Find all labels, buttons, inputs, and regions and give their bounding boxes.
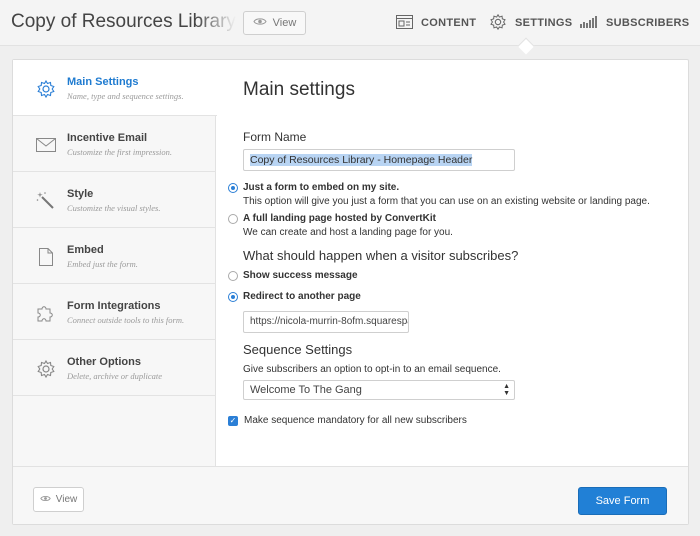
eye-icon bbox=[253, 17, 267, 29]
sidebar-item-main-settings[interactable]: Main Settings Name, type and sequence se… bbox=[13, 60, 217, 116]
sidebar-item-description: Customize the first impression. bbox=[67, 147, 172, 157]
magic-wand-icon bbox=[35, 190, 57, 212]
select-arrows-icon: ▲ ▼ bbox=[503, 383, 510, 397]
gear-icon bbox=[489, 13, 507, 34]
sidebar-item-description: Embed just the form. bbox=[67, 259, 138, 269]
sidebar-item-label: Form Integrations bbox=[67, 300, 161, 312]
radio-button[interactable] bbox=[228, 271, 238, 281]
radio-button[interactable] bbox=[228, 183, 238, 193]
gear-icon bbox=[35, 358, 57, 380]
tab-subscribers-label: SUBSCRIBERS bbox=[606, 17, 690, 29]
form-type-embed-option[interactable]: Just a form to embed on my site. This op… bbox=[228, 182, 650, 207]
checkbox[interactable]: ✓ bbox=[228, 415, 238, 426]
envelope-icon bbox=[35, 134, 57, 156]
eye-icon bbox=[40, 494, 51, 505]
tab-subscribers[interactable]: SUBSCRIBERS bbox=[580, 0, 689, 46]
layout-icon bbox=[396, 14, 413, 32]
tab-settings[interactable]: SETTINGS bbox=[489, 0, 572, 46]
page-title: Main settings bbox=[243, 79, 355, 100]
gear-icon bbox=[35, 78, 57, 100]
form-name-value: Copy of Resources Library - Homepage Hea… bbox=[250, 154, 473, 166]
sequence-mandatory-checkbox-row[interactable]: ✓ Make sequence mandatory for all new su… bbox=[228, 415, 467, 426]
main-settings-form: Main settings Form Name Copy of Resource… bbox=[228, 60, 683, 466]
sidebar-item-embed[interactable]: Embed Embed just the form. bbox=[13, 228, 216, 284]
option-description: This option will give you just a form th… bbox=[243, 196, 650, 207]
view-button-label: View bbox=[55, 494, 78, 505]
settings-sidebar: Main Settings Name, type and sequence se… bbox=[13, 60, 217, 466]
sidebar-item-description: Delete, archive or duplicate bbox=[67, 371, 163, 381]
form-name-label: Form Name bbox=[243, 130, 307, 144]
bar-chart-icon bbox=[580, 15, 598, 31]
tab-settings-label: SETTINGS bbox=[515, 17, 573, 29]
save-form-button[interactable]: Save Form bbox=[578, 487, 667, 515]
form-name-input[interactable]: Copy of Resources Library - Homepage Hea… bbox=[243, 149, 515, 171]
option-description: We can create and host a landing page fo… bbox=[243, 227, 453, 238]
sidebar-item-description: Customize the visual styles. bbox=[67, 203, 161, 213]
panel-footer: View Save Form bbox=[13, 466, 688, 524]
sidebar-item-form-integrations[interactable]: Form Integrations Connect outside tools … bbox=[13, 284, 216, 340]
redirect-url-input[interactable]: https://nicola-murrin-8ofm.squarespace.c… bbox=[243, 311, 409, 333]
sidebar-item-incentive-email[interactable]: Incentive Email Customize the first impr… bbox=[13, 116, 216, 172]
form-title: Copy of Resources Library - Homepage Hea… bbox=[11, 11, 236, 33]
view-button[interactable]: View bbox=[243, 11, 306, 35]
sidebar-item-description: Connect outside tools to this form. bbox=[67, 315, 185, 325]
sidebar-item-label: Other Options bbox=[67, 356, 141, 368]
view-button[interactable]: View bbox=[33, 487, 84, 512]
option-title: A full landing page hosted by ConvertKit bbox=[243, 213, 436, 224]
tab-content[interactable]: CONTENT bbox=[396, 0, 476, 46]
after-subscribe-question: What should happen when a visitor subscr… bbox=[243, 248, 519, 263]
option-title: Show success message bbox=[243, 270, 358, 281]
option-title: Just a form to embed on my site. bbox=[243, 182, 400, 193]
settings-panel: Main Settings Name, type and sequence se… bbox=[12, 59, 689, 525]
top-bar: Copy of Resources Library - Homepage Hea… bbox=[0, 0, 700, 46]
option-title: Redirect to another page bbox=[243, 291, 361, 302]
sidebar-item-description: Name, type and sequence settings. bbox=[67, 91, 184, 101]
sidebar-item-label: Style bbox=[67, 188, 94, 200]
sidebar-item-other-options[interactable]: Other Options Delete, archive or duplica… bbox=[13, 340, 216, 396]
puzzle-icon bbox=[35, 302, 57, 324]
form-type-landing-page-option[interactable]: A full landing page hosted by ConvertKit… bbox=[228, 213, 453, 238]
document-icon bbox=[35, 246, 57, 268]
sequence-description: Give subscribers an option to opt-in to … bbox=[243, 364, 501, 375]
show-success-message-option[interactable]: Show success message bbox=[228, 270, 358, 281]
tab-content-label: CONTENT bbox=[421, 17, 477, 29]
sequence-settings-title: Sequence Settings bbox=[243, 342, 353, 357]
sidebar-item-label: Incentive Email bbox=[67, 132, 148, 144]
sequence-select[interactable]: Welcome To The Gang ▲ ▼ bbox=[243, 380, 515, 400]
sidebar-item-label: Embed bbox=[67, 244, 104, 256]
redirect-option[interactable]: Redirect to another page bbox=[228, 291, 361, 302]
checkbox-label: Make sequence mandatory for all new subs… bbox=[244, 415, 467, 426]
sidebar-item-style[interactable]: Style Customize the visual styles. bbox=[13, 172, 216, 228]
radio-button[interactable] bbox=[228, 214, 238, 224]
view-button-label: View bbox=[272, 17, 297, 29]
radio-button[interactable] bbox=[228, 292, 238, 302]
sidebar-item-label: Main Settings bbox=[67, 76, 139, 88]
sequence-selected-value: Welcome To The Gang bbox=[250, 384, 362, 396]
